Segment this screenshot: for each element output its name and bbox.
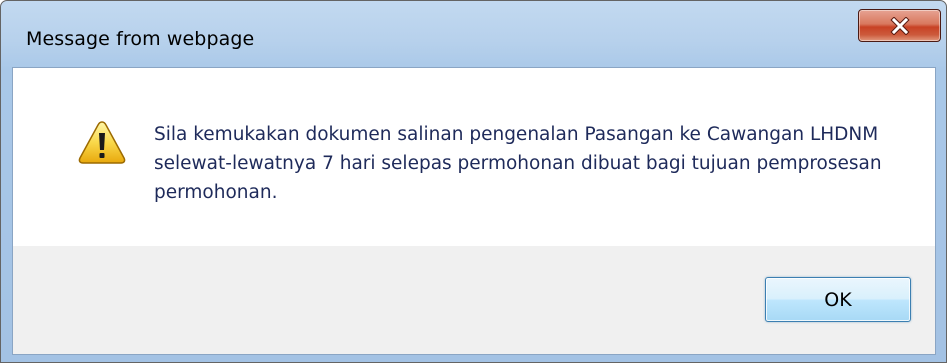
message-dialog: Message from webpage Sila kemukakan doku… — [0, 0, 947, 363]
warning-icon — [78, 120, 126, 164]
dialog-title: Message from webpage — [26, 28, 255, 50]
message-area: Sila kemukakan dokumen salinan pengenala… — [13, 68, 935, 246]
close-button[interactable] — [858, 9, 941, 42]
dialog-titlebar[interactable]: Message from webpage — [1, 1, 946, 67]
close-icon — [859, 10, 940, 41]
dialog-body: Sila kemukakan dokumen salinan pengenala… — [12, 67, 936, 355]
message-text: Sila kemukakan dokumen salinan pengenala… — [154, 124, 882, 203]
ok-button[interactable]: OK — [765, 277, 911, 322]
